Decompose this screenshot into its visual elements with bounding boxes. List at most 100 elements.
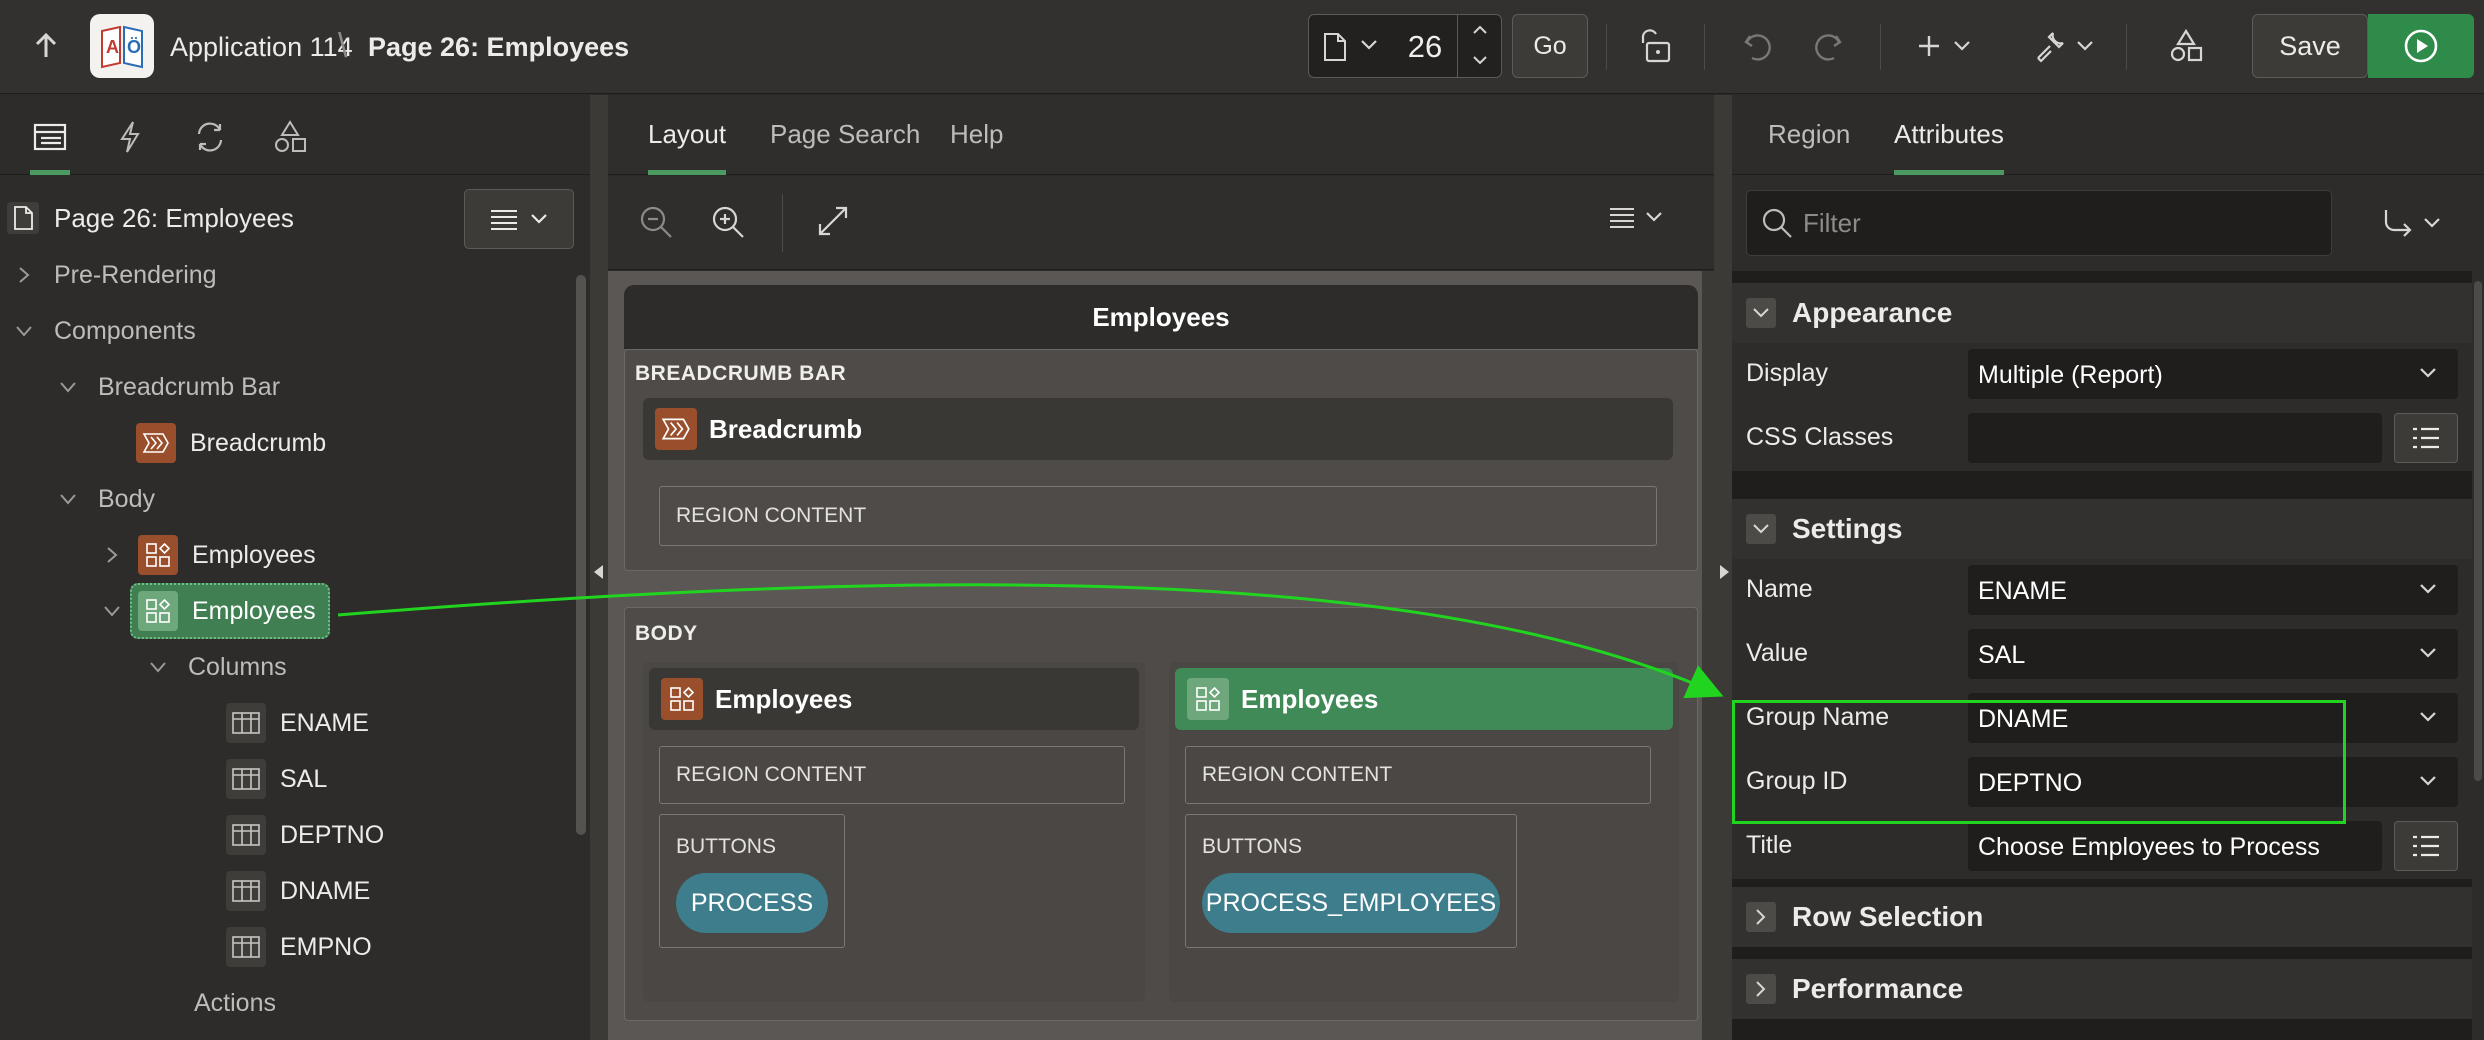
utilities-menu-button[interactable]	[2022, 18, 2106, 74]
menu-icon	[1610, 208, 1634, 228]
buttons-position[interactable]: BUTTONS PROCESS_EMPLOYEES	[1185, 814, 1517, 948]
tab-region[interactable]: Region	[1768, 119, 1850, 159]
undo-button[interactable]	[1730, 18, 1786, 74]
region-header[interactable]: Employees	[649, 668, 1139, 730]
tree-root-page[interactable]: Page 26: Employees	[6, 201, 294, 235]
page-selector[interactable]: 26	[1308, 14, 1502, 78]
tab-attributes[interactable]: Attributes	[1894, 119, 2004, 175]
tab-layout[interactable]: Layout	[648, 119, 727, 175]
tree-node-components[interactable]: Components	[12, 309, 196, 353]
collapse-left-icon[interactable]	[594, 565, 603, 579]
filter-field[interactable]	[1746, 190, 2332, 256]
spin-down-icon[interactable]	[1471, 51, 1489, 69]
redo-button[interactable]	[1800, 18, 1856, 74]
canvas-region-breadcrumb[interactable]: Breadcrumb	[643, 398, 1673, 460]
property-label: CSS Classes	[1746, 423, 1894, 451]
chevron-down-icon	[531, 214, 547, 224]
group-settings[interactable]: Settings	[1732, 499, 2472, 559]
tree-node-pre-rendering[interactable]: Pre-Rendering	[12, 253, 217, 297]
rendering-tree-icon	[33, 123, 67, 151]
shared-components-button[interactable]	[2158, 18, 2214, 74]
tree-node-columns[interactable]: Columns	[146, 645, 287, 689]
tree-node-column-deptno[interactable]: DEPTNO	[226, 813, 384, 857]
tab-dynamic-actions[interactable]	[102, 109, 158, 165]
lock-icon	[1641, 29, 1671, 63]
property-scrollbar[interactable]	[2472, 271, 2484, 1040]
page-number-stepper[interactable]	[1457, 15, 1502, 77]
dynamic-actions-icon	[120, 121, 140, 153]
group-id-select[interactable]: DEPTNO	[1968, 757, 2458, 807]
title-list-button[interactable]	[2394, 821, 2458, 871]
name-select[interactable]: ENAME	[1968, 565, 2458, 615]
tree-node-column-sal[interactable]: SAL	[226, 757, 327, 801]
canvas-region-employees-1[interactable]: Employees REGION CONTENT BUTTONS PROCESS	[643, 662, 1145, 1002]
css-classes-input[interactable]	[1968, 413, 2382, 463]
expand-button[interactable]	[816, 204, 850, 243]
tree-node-breadcrumb-bar[interactable]: Breadcrumb Bar	[56, 365, 280, 409]
filter-input[interactable]	[1803, 207, 2283, 239]
tab-processing[interactable]	[182, 109, 238, 165]
collapse-right-icon[interactable]	[1720, 565, 1729, 579]
group-title: Settings	[1792, 513, 1903, 544]
group-name-select[interactable]: DNAME	[1968, 693, 2458, 743]
tree-node-actions[interactable]: Actions	[194, 981, 276, 1025]
buttons-position[interactable]: BUTTONS PROCESS	[659, 814, 845, 948]
tree-node-body[interactable]: Body	[56, 477, 155, 521]
tree-node-breadcrumb[interactable]: Breadcrumb	[136, 421, 326, 465]
go-to-group-button[interactable]	[2372, 200, 2452, 246]
save-button[interactable]: Save	[2252, 14, 2368, 78]
property-label: Name	[1746, 575, 1813, 603]
lock-page-button[interactable]	[1628, 18, 1684, 74]
spin-up-icon[interactable]	[1471, 21, 1489, 39]
position-label: BODY	[635, 622, 698, 645]
processing-icon	[197, 122, 223, 152]
process-button[interactable]: PROCESS	[676, 873, 828, 933]
tree-menu-button[interactable]	[464, 189, 574, 249]
create-menu-button[interactable]	[1904, 18, 1984, 74]
canvas-region-employees-2[interactable]: Employees REGION CONTENT BUTTONS PROCESS…	[1169, 662, 1679, 1002]
region-content-drop-zone[interactable]: REGION CONTENT	[1185, 746, 1651, 804]
tree-node-column-dname[interactable]: DNAME	[226, 869, 370, 913]
chevron-down-icon[interactable]	[1359, 35, 1379, 55]
value-select[interactable]: SAL	[1968, 629, 2458, 679]
chevron-down-icon	[16, 326, 32, 337]
group-row-selection[interactable]: Row Selection	[1732, 887, 2472, 947]
toolbar-divider	[1606, 24, 1607, 70]
process-employees-button[interactable]: PROCESS_EMPLOYEES	[1202, 873, 1500, 933]
title-input[interactable]: Choose Employees to Process	[1968, 821, 2382, 871]
zoom-in-button[interactable]	[710, 204, 746, 245]
zoom-out-button[interactable]	[638, 204, 674, 245]
tab-rendering[interactable]	[22, 109, 78, 175]
application-name-link[interactable]: Application 114	[170, 28, 353, 66]
buttons-label: BUTTONS	[676, 835, 776, 858]
app-icon[interactable]: A Ö	[90, 14, 154, 78]
tree-node-column-ename[interactable]: ENAME	[226, 701, 369, 745]
region-header-selected[interactable]: Employees	[1175, 668, 1673, 730]
layout-menu-button[interactable]	[1608, 206, 1664, 228]
left-splitter[interactable]	[590, 95, 608, 1040]
navigate-up-button[interactable]	[22, 26, 70, 66]
tree-node-column-empno[interactable]: EMPNO	[226, 925, 372, 969]
breadcrumb-bar-position[interactable]: BREADCRUMB BAR Breadcrumb REGION CONTENT	[624, 349, 1698, 571]
toolbar-divider	[782, 194, 783, 252]
display-select[interactable]: Multiple (Report)	[1968, 349, 2458, 399]
page-number-input[interactable]: 26	[1397, 29, 1453, 65]
tree-scrollbar[interactable]	[576, 275, 586, 835]
tree-node-employees-2-selected[interactable]: Employees	[130, 583, 330, 639]
group-title: Appearance	[1792, 297, 1953, 328]
tree-node-employees-1[interactable]: Employees	[100, 533, 316, 577]
region-content-drop-zone[interactable]: REGION CONTENT	[659, 746, 1125, 804]
layout-canvas[interactable]: Employees BREADCRUMB BAR Breadcrumb REGI…	[608, 271, 1714, 1040]
tab-shared-components[interactable]	[262, 109, 318, 165]
right-splitter[interactable]	[1714, 95, 1732, 1040]
css-classes-list-button[interactable]	[2394, 413, 2458, 463]
tab-page-search[interactable]: Page Search	[770, 119, 920, 159]
run-page-button[interactable]	[2368, 14, 2474, 78]
canvas-scrollbar[interactable]	[1702, 271, 1714, 1040]
group-appearance[interactable]: Appearance	[1732, 283, 2472, 343]
tab-help[interactable]: Help	[950, 119, 1003, 159]
go-button[interactable]: Go	[1512, 14, 1588, 78]
group-performance[interactable]: Performance	[1732, 959, 2472, 1019]
region-content-drop-zone[interactable]: REGION CONTENT	[659, 486, 1657, 546]
body-position[interactable]: BODY Employees REGION CONTENT BUTTONS PR…	[624, 607, 1698, 1021]
